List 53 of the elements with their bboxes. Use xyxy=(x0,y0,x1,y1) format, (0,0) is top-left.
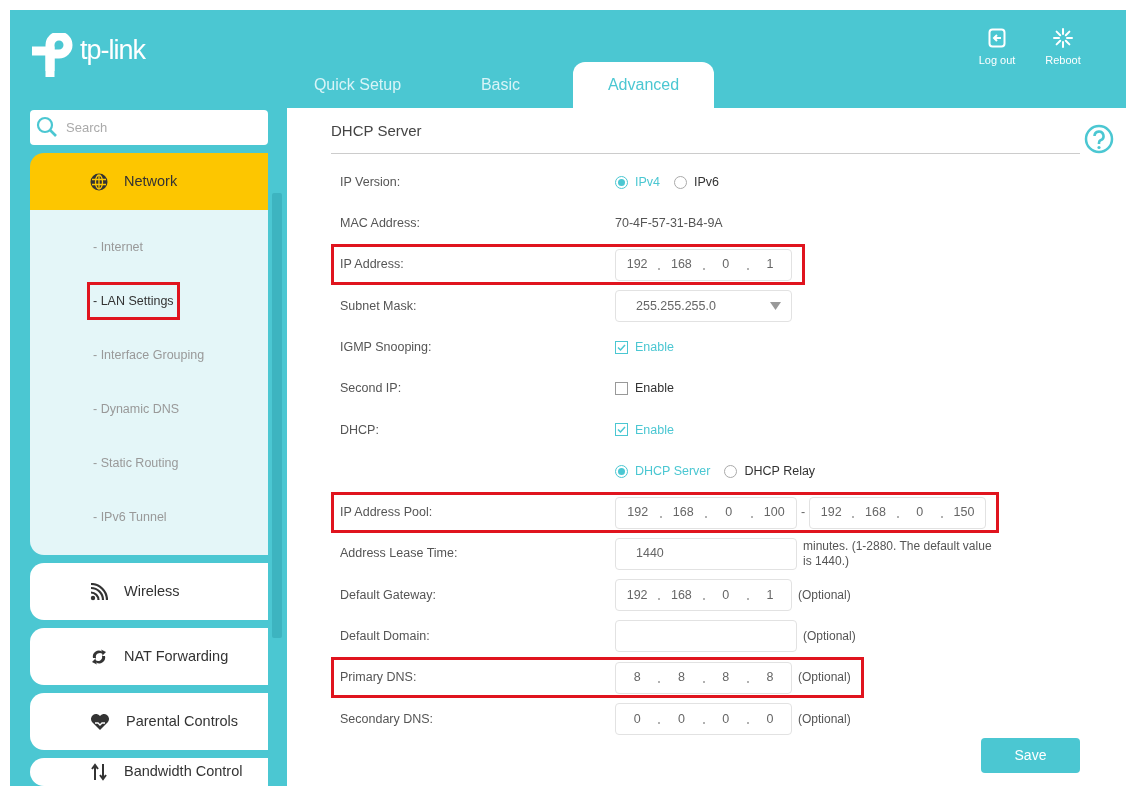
field-value: 70-4F-57-31-B4-9A xyxy=(615,215,723,233)
field-label: Primary DNS: xyxy=(340,669,418,687)
option-label[interactable]: IPv6 xyxy=(694,172,720,192)
field-label: IP Address: xyxy=(340,256,405,274)
up-down-arrows-icon xyxy=(90,763,108,781)
checkbox[interactable] xyxy=(615,423,628,437)
globe-icon xyxy=(90,172,108,191)
hint-text: (Optional) xyxy=(798,711,851,727)
hint-text: (Optional) xyxy=(798,587,851,603)
nav-item[interactable]: NAT Forwarding xyxy=(30,628,268,685)
hint-text: minutes. (1-2880. The default value is 1440.) xyxy=(803,538,993,569)
signal-icon xyxy=(90,582,108,601)
nav-item[interactable]: Wireless xyxy=(30,563,268,620)
dropdown[interactable]: 255.255.255.0 xyxy=(615,290,792,323)
nav-item[interactable]: Network xyxy=(30,153,268,210)
field-label: Subnet Mask: xyxy=(340,297,418,315)
text-field[interactable] xyxy=(615,620,797,653)
field-label: IP Address Pool: xyxy=(340,504,434,522)
field-label: MAC Address: xyxy=(340,215,421,233)
submenu-item[interactable]: - LAN Settings xyxy=(87,281,180,321)
range-separator: - xyxy=(800,504,807,522)
reboot-icon xyxy=(1053,28,1073,48)
field-label: Address Lease Time: xyxy=(340,545,459,563)
heart-icon xyxy=(90,712,110,731)
help-icon xyxy=(1084,123,1114,154)
field-label: DHCP: xyxy=(340,421,380,439)
ip-address-field[interactable]: 8 8 8 8 xyxy=(615,661,792,694)
nav-item[interactable]: Parental Controls xyxy=(30,693,268,750)
field-label: IP Version: xyxy=(340,173,402,191)
field-label: Secondary DNS: xyxy=(340,710,435,728)
text-field[interactable]: 1440 xyxy=(615,537,797,570)
circular-arrows-icon xyxy=(90,647,108,666)
option-label[interactable]: DHCP Relay xyxy=(744,461,816,481)
field-label: Default Gateway: xyxy=(340,586,437,604)
checkbox[interactable] xyxy=(615,340,628,354)
nav-item[interactable]: Bandwidth Control xyxy=(30,758,268,786)
ip-address-field[interactable]: 192 168 0 1 xyxy=(615,579,792,612)
hint-text: (Optional) xyxy=(798,670,851,686)
ip-address-field[interactable]: 192 168 0 100 xyxy=(615,496,797,529)
field-label: Second IP: xyxy=(340,380,403,398)
ip-address-field[interactable]: 192 168 0 150 xyxy=(809,496,987,529)
field-label: IGMP Snooping: xyxy=(340,338,433,356)
dropdown-arrow-icon xyxy=(770,302,781,311)
ip-address-field[interactable]: 192 168 0 1 xyxy=(615,248,792,281)
field-label: Default Domain: xyxy=(340,628,431,646)
logo-text: tp-link xyxy=(80,37,146,64)
ip-address-field[interactable]: 0 0 0 0 xyxy=(615,703,792,735)
checkbox[interactable] xyxy=(615,382,628,396)
section-title: DHCP Server xyxy=(331,120,1080,154)
option-label[interactable]: Enable xyxy=(635,379,674,398)
hint-text: (Optional) xyxy=(803,628,856,644)
search-field[interactable]: Search xyxy=(30,110,268,145)
logout-icon xyxy=(988,28,1006,48)
